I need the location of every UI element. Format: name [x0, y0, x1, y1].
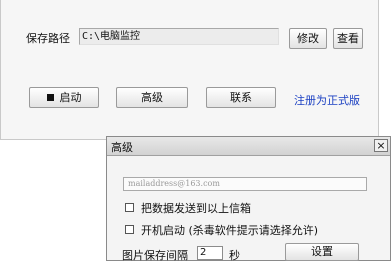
dialog-titlebar: 高级 ×: [107, 137, 390, 156]
main-window: 保存路径 C:\电脑监控 修改 查看 启动 高级 联系 注册为正式版: [0, 0, 379, 140]
dialog-title: 高级: [111, 141, 133, 154]
start-button[interactable]: 启动: [29, 87, 99, 108]
autostart-checkbox[interactable]: [125, 225, 134, 234]
stop-icon: [46, 94, 54, 101]
autostart-label: 开机启动 (杀毒软件提示请选择允许): [141, 224, 319, 237]
modify-button[interactable]: 修改: [289, 28, 327, 49]
advanced-dialog: 高级 × mailaddress@163.com 把数据发送到以上信箱 开机启动…: [106, 136, 391, 262]
settings-button[interactable]: 设置: [285, 243, 359, 261]
send-email-checkbox[interactable]: [125, 203, 134, 212]
advanced-button[interactable]: 高级: [116, 87, 188, 108]
save-path-field[interactable]: C:\电脑监控: [79, 28, 279, 45]
close-icon[interactable]: ×: [374, 139, 388, 152]
interval-input[interactable]: 2: [197, 246, 223, 260]
send-email-label: 把数据发送到以上信箱: [141, 202, 251, 215]
save-path-label: 保存路径: [26, 32, 70, 45]
contact-button[interactable]: 联系: [206, 87, 276, 108]
register-link[interactable]: 注册为正式版: [294, 92, 360, 108]
start-button-label: 启动: [59, 91, 82, 104]
email-input[interactable]: mailaddress@163.com: [123, 177, 367, 191]
view-button[interactable]: 查看: [333, 28, 363, 49]
